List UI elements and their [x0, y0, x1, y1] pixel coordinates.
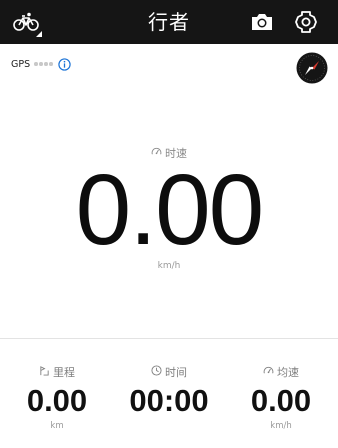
- current-speed-value: 0.00: [75, 154, 265, 266]
- stat-value: 0.00: [26, 383, 88, 418]
- stat-unit: km/h: [270, 421, 292, 431]
- ride-screen: 行者 GPS 时速 0.00 km/h 里程 0.00 km 时间 00:00 …: [0, 0, 338, 448]
- stat-average-speed: 均速 0.00 km/h: [225, 365, 337, 432]
- compass-icon[interactable]: [296, 52, 328, 84]
- header-bar: 行者: [0, 0, 338, 44]
- app-title: 行者: [148, 10, 190, 34]
- clock-icon: [151, 365, 165, 379]
- speedometer-icon: [263, 365, 277, 379]
- speed-unit: km/h: [157, 261, 181, 271]
- gps-signal-indicator: [34, 62, 53, 66]
- camera-icon[interactable]: [250, 11, 274, 33]
- stat-label: 时间: [165, 366, 187, 379]
- stat-label: 里程: [53, 366, 75, 379]
- distance-icon: [39, 365, 53, 379]
- stat-time: 时间 00:00: [113, 365, 225, 432]
- stat-label: 均速: [277, 366, 299, 379]
- divider: [0, 338, 338, 339]
- info-icon[interactable]: [57, 57, 71, 71]
- stat-value: 0.00: [250, 383, 312, 418]
- stat-unit: km: [50, 421, 64, 431]
- stat-value: 00:00: [129, 383, 209, 418]
- gps-label: GPS: [11, 58, 31, 70]
- settings-icon[interactable]: [294, 10, 318, 34]
- stat-unit: [113, 421, 225, 432]
- stat-distance: 里程 0.00 km: [1, 365, 113, 432]
- gps-status: GPS: [11, 56, 71, 72]
